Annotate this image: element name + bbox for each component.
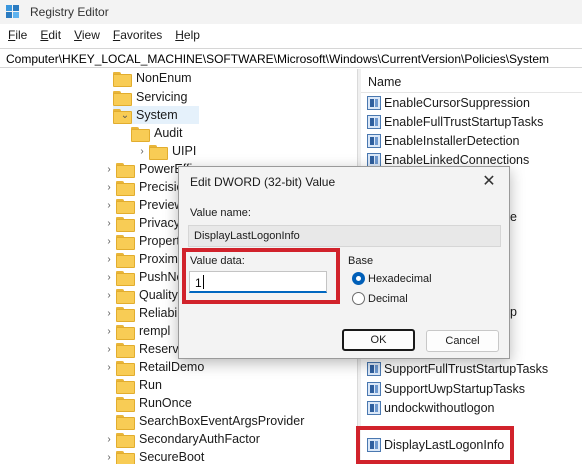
list-item[interactable]: EnableInstallerDetection xyxy=(367,132,520,150)
tree-item[interactable]: Servicing xyxy=(113,88,187,106)
value-name-field: DisplayLastLogonInfo xyxy=(188,225,501,247)
folder-icon xyxy=(116,342,135,358)
folder-icon xyxy=(116,378,135,394)
menu-favorites[interactable]: Favorites xyxy=(113,26,162,46)
tree-item[interactable]: SecureBoot xyxy=(116,448,204,464)
folder-icon xyxy=(116,180,135,196)
chevron-right-icon[interactable]: › xyxy=(104,218,114,229)
chevron-right-icon[interactable]: › xyxy=(104,254,114,265)
tree-item[interactable]: Proximi xyxy=(116,250,181,268)
list-item-partial[interactable]: e xyxy=(510,208,517,226)
tree-item[interactable]: RetailDemo xyxy=(116,358,204,376)
tree-item[interactable]: NonEnum xyxy=(113,69,192,87)
folder-icon xyxy=(116,432,135,448)
menu-bar: File Edit View Favorites Help xyxy=(0,26,204,46)
chevron-right-icon[interactable]: › xyxy=(137,146,147,157)
folder-icon xyxy=(116,306,135,322)
menu-edit[interactable]: Edit xyxy=(40,26,61,46)
tree-item[interactable]: RunOnce xyxy=(116,394,192,412)
menu-help[interactable]: Help xyxy=(175,26,200,46)
address-path: Computer\HKEY_LOCAL_MACHINE\SOFTWARE\Mic… xyxy=(6,52,550,66)
reg-value-icon xyxy=(367,362,381,376)
menu-file[interactable]: File xyxy=(8,26,27,46)
list-item[interactable]: undockwithoutlogon xyxy=(367,399,495,417)
tree-item[interactable]: QualityC xyxy=(116,286,187,304)
base-label: Base xyxy=(348,255,374,267)
folder-icon xyxy=(116,234,135,250)
chevron-right-icon[interactable]: › xyxy=(104,200,114,211)
list-item[interactable]: EnableCursorSuppression xyxy=(367,94,530,112)
address-bar[interactable]: Computer\HKEY_LOCAL_MACHINE\SOFTWARE\Mic… xyxy=(0,48,582,68)
reg-value-icon xyxy=(367,382,381,396)
dialog-title: Edit DWORD (32-bit) Value xyxy=(190,175,336,189)
tree-item[interactable]: rempl xyxy=(116,322,170,340)
hexadecimal-radio[interactable]: Hexadecimal xyxy=(352,272,432,285)
tree-item[interactable]: UIPI xyxy=(149,142,196,160)
close-icon[interactable]: ✕ xyxy=(479,171,499,191)
list-item[interactable]: SupportUwpStartupTasks xyxy=(367,380,525,398)
chevron-right-icon[interactable]: › xyxy=(104,308,114,319)
folder-icon xyxy=(116,450,135,464)
list-item[interactable]: EnableFullTrustStartupTasks xyxy=(367,113,543,131)
registry-editor-icon xyxy=(6,5,20,19)
folder-icon xyxy=(113,90,132,106)
list-item[interactable]: SupportFullTrustStartupTasks xyxy=(367,360,548,378)
tree-item[interactable]: SearchBoxEventArgsProvider xyxy=(116,412,304,430)
tree-item[interactable]: Privacy xyxy=(116,214,180,232)
list-item-partial[interactable]: p xyxy=(510,303,517,321)
ok-button[interactable]: OK xyxy=(342,329,415,351)
tree-item[interactable]: Reserve xyxy=(116,340,186,358)
tree-item[interactable]: SecondaryAuthFactor xyxy=(116,430,260,448)
chevron-right-icon[interactable]: › xyxy=(104,452,114,463)
radio-selected-icon xyxy=(352,272,365,285)
reg-value-icon xyxy=(367,401,381,415)
folder-icon xyxy=(116,324,135,340)
reg-value-icon xyxy=(367,115,381,129)
chevron-right-icon[interactable]: › xyxy=(104,326,114,337)
column-header-name[interactable]: Name xyxy=(361,69,582,93)
reg-value-icon xyxy=(367,96,381,110)
folder-icon xyxy=(116,270,135,286)
chevron-right-icon[interactable]: › xyxy=(104,236,114,247)
radio-unselected-icon xyxy=(352,292,365,305)
folder-icon xyxy=(116,198,135,214)
chevron-right-icon[interactable]: › xyxy=(104,344,114,355)
tree-item[interactable]: Precisio xyxy=(116,178,183,196)
tree-item[interactable]: Run xyxy=(116,376,162,394)
highlight-displaylastlogoninfo xyxy=(356,426,514,464)
menu-view[interactable]: View xyxy=(74,26,100,46)
reg-value-icon xyxy=(367,134,381,148)
tree-item[interactable]: PushNo xyxy=(116,268,183,286)
folder-icon xyxy=(149,144,168,160)
chevron-right-icon[interactable]: › xyxy=(104,272,114,283)
chevron-right-icon[interactable]: › xyxy=(104,434,114,445)
decimal-radio[interactable]: Decimal xyxy=(352,292,408,305)
folder-icon xyxy=(116,414,135,430)
title-bar: Registry Editor xyxy=(0,0,582,24)
chevron-right-icon[interactable]: › xyxy=(104,290,114,301)
folder-icon xyxy=(113,71,132,87)
chevron-down-icon[interactable]: ⌄ xyxy=(120,110,130,121)
chevron-right-icon[interactable]: › xyxy=(104,362,114,373)
window-title: Registry Editor xyxy=(30,5,109,19)
folder-icon xyxy=(116,162,135,178)
folder-icon xyxy=(116,216,135,232)
tree-item[interactable]: Preview xyxy=(116,196,183,214)
folder-icon xyxy=(116,396,135,412)
chevron-right-icon[interactable]: › xyxy=(104,164,114,175)
folder-icon xyxy=(116,360,135,376)
tree-item[interactable]: Audit xyxy=(131,124,183,142)
reg-value-icon xyxy=(367,153,381,167)
cancel-button[interactable]: Cancel xyxy=(426,330,499,352)
tree-item[interactable]: Reliabili xyxy=(116,304,183,322)
folder-icon xyxy=(131,126,150,142)
value-name-label: Value name: xyxy=(190,207,251,219)
folder-icon xyxy=(116,288,135,304)
tree-item[interactable]: Propert xyxy=(116,232,180,250)
chevron-right-icon[interactable]: › xyxy=(104,182,114,193)
highlight-value-data xyxy=(182,248,340,304)
folder-icon xyxy=(116,252,135,268)
